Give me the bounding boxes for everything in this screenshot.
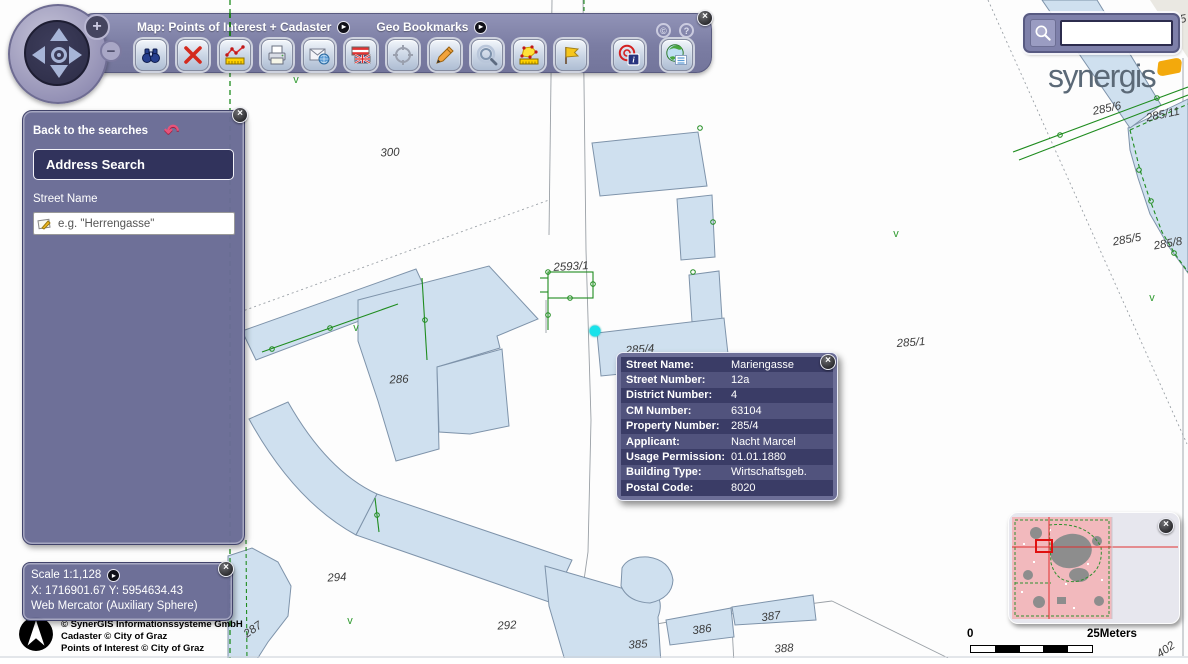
coordinates-readout: X: 1716901.67 Y: 5954634.43 [31,584,224,600]
find-button[interactable] [135,39,167,71]
pan-zoom-control: + − [8,4,120,108]
magnifier-circle-icon [475,43,499,67]
clear-selection-button[interactable] [177,39,209,71]
pan-left-arrow-icon[interactable] [32,46,45,64]
address-search-panel: × Back to the searches ↶ Address Search … [22,110,245,545]
back-arrow-icon[interactable]: ↶ [164,125,179,137]
scalebar-bar [970,645,1093,653]
scale-expand-icon[interactable]: ▸ [107,569,120,582]
map-menu-expand-icon[interactable]: ▸ [337,21,350,34]
popup-row: Applicant:Nacht Marcel [621,434,833,449]
hotlink-info-button[interactable]: i [613,39,645,71]
zoom-selection-button[interactable] [471,39,503,71]
popup-row: Property Number:285/4 [621,419,833,434]
print-button[interactable] [261,39,293,71]
panel-close-button[interactable]: × [232,107,248,123]
popup-attribute-table: Street Name:MariengasseStreet Number:12a… [621,357,833,496]
search-button[interactable] [1030,19,1056,47]
main-toolbar: Map: Points of Interest + Cadaster ▸ Geo… [78,13,712,73]
map-scalebar: 0 25Meters [960,628,1150,660]
scalebar-end-label: 25Meters [1087,628,1137,640]
red-x-icon [181,43,205,67]
flag-icon [559,43,583,67]
north-arrow-icon [18,616,54,652]
popup-row: Postal Code:8020 [621,480,833,495]
quick-search-widget [1023,13,1180,53]
popup-close-button[interactable]: × [820,354,836,370]
measure-line-icon [223,43,247,67]
credit-line-1: © SynerGIS Informationssysteme GmbH [61,619,243,631]
flag-marker-button[interactable] [555,39,587,71]
scale-value: Scale 1:1,128 [31,568,101,584]
street-name-input[interactable] [33,212,235,235]
copyright-badge[interactable]: © [656,23,671,38]
pan-down-arrow-icon[interactable] [50,65,68,78]
logo-leaf-icon [1157,57,1183,77]
projection-label: Web Mercator (Auxiliary Sphere) [31,599,224,615]
send-map-button[interactable] [303,39,335,71]
crosshair-icon [391,43,415,67]
popup-row: Usage Permission:01.01.1880 [621,449,833,464]
note-map-icon [37,216,53,237]
app-window: 3002593/1286285/4285/1294292287385386387… [0,0,1188,664]
address-search-title: Address Search [33,149,234,180]
overview-close-button[interactable]: × [1158,518,1174,534]
pencil-icon [433,43,457,67]
popup-row: Building Type:Wirtschaftsgeb. [621,465,833,480]
flags-icon [349,43,373,67]
scale-coordinates-panel: × Scale 1:1,128 ▸ X: 1716901.67 Y: 59546… [22,562,233,621]
legend-button[interactable] [661,39,693,71]
overview-map-widget[interactable]: × [1008,512,1180,624]
pan-up-arrow-icon[interactable] [50,28,68,41]
zoom-in-button[interactable]: + [84,14,110,40]
target-info-icon: i [617,43,641,67]
language-button[interactable] [345,39,377,71]
logo-text: synergis [1048,60,1155,92]
popup-row: District Number:4 [621,388,833,403]
popup-row: CM Number:63104 [621,403,833,418]
tool-buttons: i [135,39,703,71]
pan-center-icon[interactable] [51,47,67,63]
help-button[interactable]: ? [679,23,694,38]
back-to-searches-link[interactable]: Back to the searches [33,125,148,137]
envelope-globe-icon [307,43,331,67]
pan-right-arrow-icon[interactable] [69,46,82,64]
measure-area-icon [517,43,541,67]
geo-bookmarks-label[interactable]: Geo Bookmarks [376,20,468,34]
binoculars-icon [139,43,163,67]
search-icon [1033,23,1053,43]
draw-button[interactable] [429,39,461,71]
scale-panel-close-button[interactable]: × [218,561,234,577]
toolbar-menus: Map: Points of Interest + Cadaster ▸ Geo… [137,20,487,34]
cadaster-line-over-toolbar [229,13,231,37]
credit-line-2: Cadaster © City of Graz [61,631,243,643]
map-menu-label[interactable]: Map: Points of Interest + Cadaster [137,20,331,34]
geo-bookmarks-expand-icon[interactable]: ▸ [474,21,487,34]
synergis-logo: synergis [1048,60,1181,92]
popup-row: Street Number:12a [621,372,833,387]
scalebar-start-label: 0 [967,628,973,640]
measure-area-button[interactable] [513,39,545,71]
globe-legend-icon [665,43,689,67]
locate-button[interactable] [387,39,419,71]
pan-wheel[interactable] [24,20,90,86]
zoom-out-button[interactable]: − [100,40,122,62]
street-name-label: Street Name [33,193,234,205]
printer-icon [265,43,289,67]
overview-map-image [1009,513,1180,624]
feature-info-popup: × Street Name:MariengasseStreet Number:1… [616,352,838,501]
map-credits: © SynerGIS Informationssysteme GmbH Cada… [18,616,243,655]
toolbar-close-button[interactable]: × [697,10,713,26]
credit-line-3: Points of Interest © City of Graz [61,643,243,655]
search-input[interactable] [1060,20,1173,46]
popup-row: Street Name:Mariengasse [621,357,833,372]
measure-line-button[interactable] [219,39,251,71]
